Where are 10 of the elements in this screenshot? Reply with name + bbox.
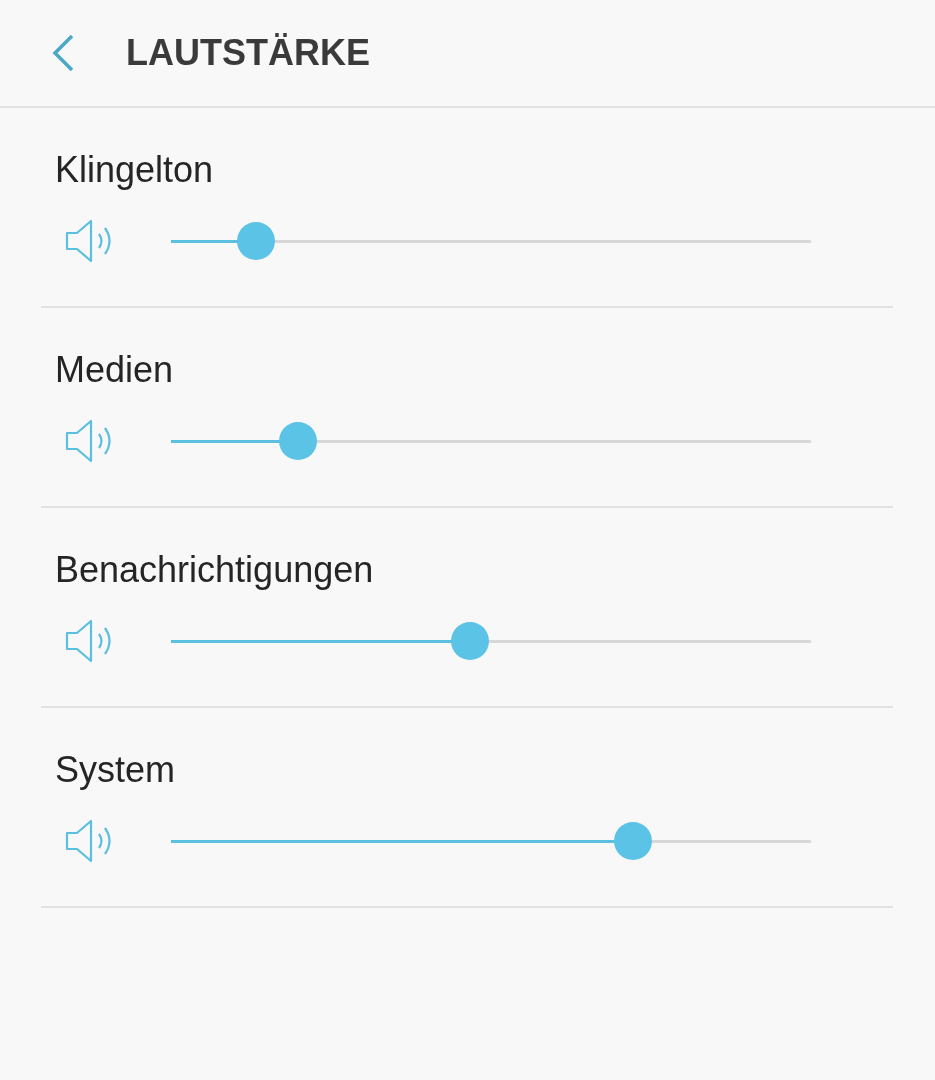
channel-label: Medien: [55, 348, 175, 392]
channel-label: Benachrichtigungen: [55, 548, 375, 592]
back-icon: [50, 34, 76, 72]
channel-label: Klingelton: [55, 148, 215, 192]
channel-label: System: [55, 748, 177, 792]
slider-thumb[interactable]: [450, 621, 489, 660]
slider-thumb[interactable]: [614, 821, 653, 860]
slider-thumb[interactable]: [237, 221, 276, 260]
slider-thumb[interactable]: [278, 421, 317, 460]
page-title: LAUTSTÄRKE: [126, 32, 370, 74]
